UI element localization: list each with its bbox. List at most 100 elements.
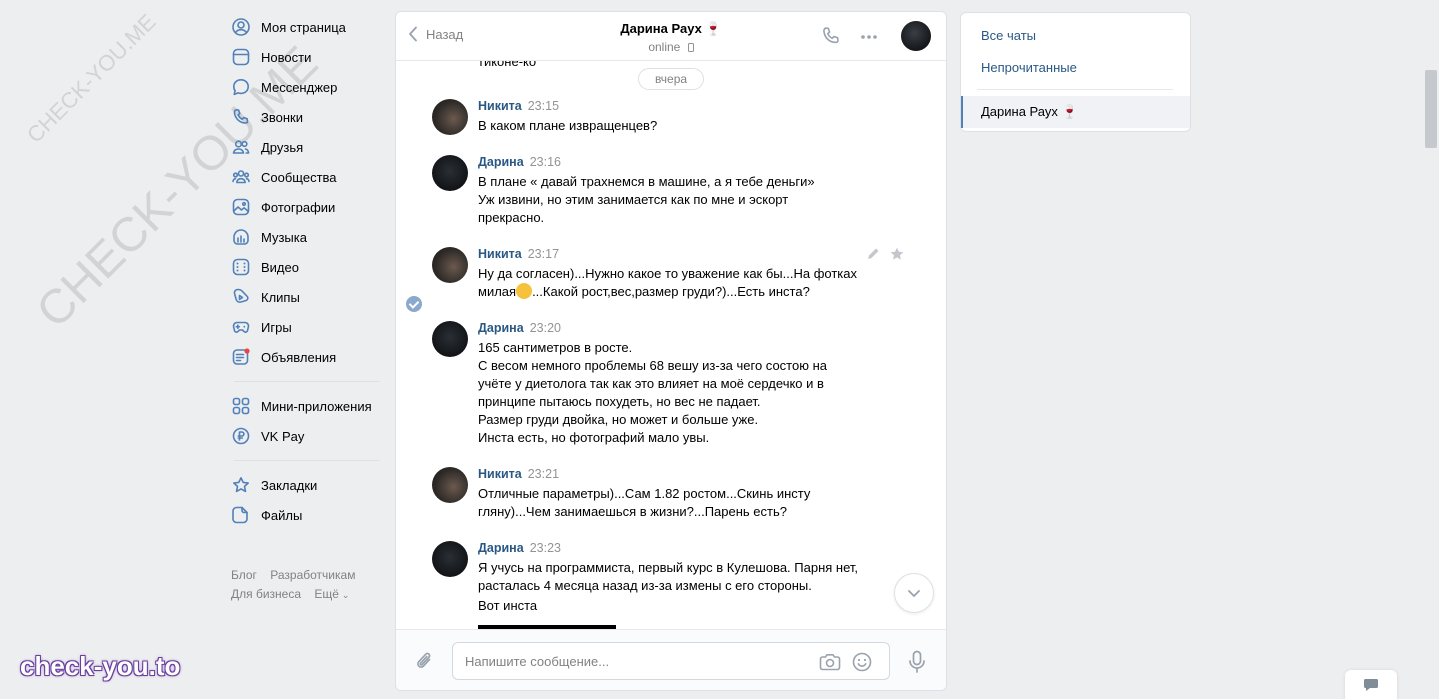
message[interactable]: Никита 23:17 Ну да согласен)...Нужно како… (432, 247, 882, 301)
nav-clips[interactable]: Клипы (226, 282, 386, 312)
nav-label: Музыка (261, 229, 307, 245)
message-author[interactable]: Никита (478, 247, 522, 261)
message-time: 23:16 (529, 155, 561, 169)
message-author[interactable]: Дарина (478, 321, 524, 335)
edit-button[interactable] (866, 247, 880, 264)
message-text-part: ...Какой рост,вес,размер груди?)...Есть … (532, 284, 810, 299)
chat-bubble-icon (1364, 679, 1378, 691)
vkpay-icon (232, 427, 250, 445)
nav-label: Фотографии (261, 199, 336, 215)
floating-chat-button[interactable] (1345, 670, 1397, 699)
watermark-small: CHECK-YOU.ME (22, 8, 161, 148)
favorite-button[interactable] (890, 247, 904, 264)
footer-devs-link[interactable]: Разработчикам (270, 568, 355, 582)
message-text: 165 сантиметров в росте. С весом немного… (478, 340, 827, 445)
emoji-button[interactable] (852, 652, 872, 675)
page-scrollbar[interactable] (1425, 70, 1437, 148)
footer-more-link[interactable]: Ещё ⌄ (314, 587, 359, 601)
filter-unread[interactable]: Непрочитанные (981, 60, 1077, 75)
avatar[interactable] (432, 321, 468, 357)
active-chat-item[interactable]: Дарина Раух 🍷 (961, 96, 1190, 128)
avatar[interactable] (432, 247, 468, 283)
message-text: Я учусь на программиста, первый курс в К… (478, 560, 859, 593)
friends-icon (232, 140, 250, 154)
communities-icon (232, 170, 250, 184)
footer-business-link[interactable]: Для бизнеса (231, 587, 301, 601)
smile-icon (852, 652, 872, 672)
message-input[interactable] (465, 643, 805, 679)
music-icon (233, 229, 249, 245)
apps-icon (232, 397, 250, 415)
date-separator: вчера (638, 68, 704, 90)
chat-header: Назад Дарина Раух 🍷 online (396, 12, 946, 61)
message-meta: Дарина 23:16 (478, 155, 561, 169)
message[interactable]: Дарина 23:16 В плане « давай трахнемся в … (432, 155, 882, 227)
avatar[interactable] (432, 155, 468, 191)
scroll-down-button[interactable] (894, 573, 934, 613)
nav-footer: Блог Разработчикам Для бизнеса Ещё ⌄ (226, 566, 386, 605)
wink-kiss-emoji-icon (516, 283, 533, 299)
chat-filter-panel: Все чаты Непрочитанные Дарина Раух 🍷 (960, 12, 1191, 132)
voice-message-button[interactable] (907, 650, 927, 677)
message-author[interactable]: Никита (478, 99, 522, 113)
peer-avatar[interactable] (901, 21, 931, 51)
more-button[interactable] (859, 27, 879, 50)
nav-news[interactable]: Новости (226, 42, 386, 72)
filter-divider (977, 89, 1173, 90)
nav-my-page[interactable]: Моя страница (226, 12, 386, 42)
phone-icon (823, 27, 839, 44)
nav-calls[interactable]: Звонки (226, 102, 386, 132)
nav-vk-pay[interactable]: VK Pay (226, 421, 386, 451)
message[interactable]: Никита 23:21 Отличные параметры)...Сам 1.… (432, 467, 882, 521)
message-author[interactable]: Дарина (478, 155, 524, 169)
avatar[interactable] (432, 99, 468, 135)
message-history[interactable]: тиконе-ко вчера Никита 23:15 В каком план… (396, 61, 946, 629)
nav-ads[interactable]: Объявления (226, 342, 386, 372)
star-icon (233, 477, 249, 493)
nav-messenger[interactable]: Мессенджер (226, 72, 386, 102)
nav-video[interactable]: Видео (226, 252, 386, 282)
chat-panel: Назад Дарина Раух 🍷 online тиконе-ко вче… (395, 11, 947, 691)
nav-bookmarks[interactable]: Закладки (226, 470, 386, 500)
nav-label: Закладки (261, 477, 318, 493)
nav-photos[interactable]: Фотографии (226, 192, 386, 222)
selected-check-icon[interactable] (406, 296, 422, 312)
nav-communities[interactable]: Сообщества (226, 162, 386, 192)
nav-music[interactable]: Музыка (226, 222, 386, 252)
nav-label: VK Pay (261, 428, 305, 444)
nav-games[interactable]: Игры (226, 312, 386, 342)
star-icon (890, 247, 904, 260)
message-time: 23:23 (529, 541, 561, 555)
attach-button[interactable] (415, 650, 435, 675)
message-time: 23:17 (527, 247, 560, 261)
ads-icon (232, 348, 250, 365)
message-text: В каком плане извращенцев? (478, 118, 658, 133)
message-text: Ну да согласен)...Нужно какое то уважени… (478, 265, 878, 301)
footer-blog-link[interactable]: Блог (231, 568, 257, 582)
nav-divider (234, 460, 380, 461)
chevron-down-icon: ⌄ (341, 590, 350, 600)
nav-label: Друзья (261, 139, 304, 155)
message-meta: Дарина 23:23 (478, 541, 561, 555)
message-time: 23:20 (529, 321, 561, 335)
message[interactable]: Дарина 23:20 165 сантиметров в росте. С в… (432, 321, 882, 447)
nav-files[interactable]: Файлы (226, 500, 386, 530)
avatar[interactable] (432, 541, 468, 577)
message[interactable]: Дарина 23:23 Я учусь на программиста, пер… (432, 541, 882, 595)
nav-label: Новости (261, 49, 312, 65)
nav-mini-apps[interactable]: Мини-приложения (226, 391, 386, 421)
message-meta: Никита 23:17 (478, 247, 559, 261)
phone-icon (233, 109, 249, 124)
message-icon (233, 79, 249, 96)
camera-button[interactable] (819, 652, 841, 675)
active-chat-label: Дарина Раух 🍷 (981, 104, 1078, 119)
message[interactable]: Никита 23:15 В каком плане извращенцев? (432, 99, 882, 139)
avatar[interactable] (432, 467, 468, 503)
nav-friends[interactable]: Друзья (226, 132, 386, 162)
message-meta: Никита 23:15 (478, 99, 559, 113)
message-author[interactable]: Дарина (478, 541, 524, 555)
message-author[interactable]: Никита (478, 467, 522, 481)
call-button[interactable] (821, 26, 841, 49)
nav-label: Мини-приложения (261, 398, 372, 414)
filter-all-chats[interactable]: Все чаты (981, 28, 1036, 43)
